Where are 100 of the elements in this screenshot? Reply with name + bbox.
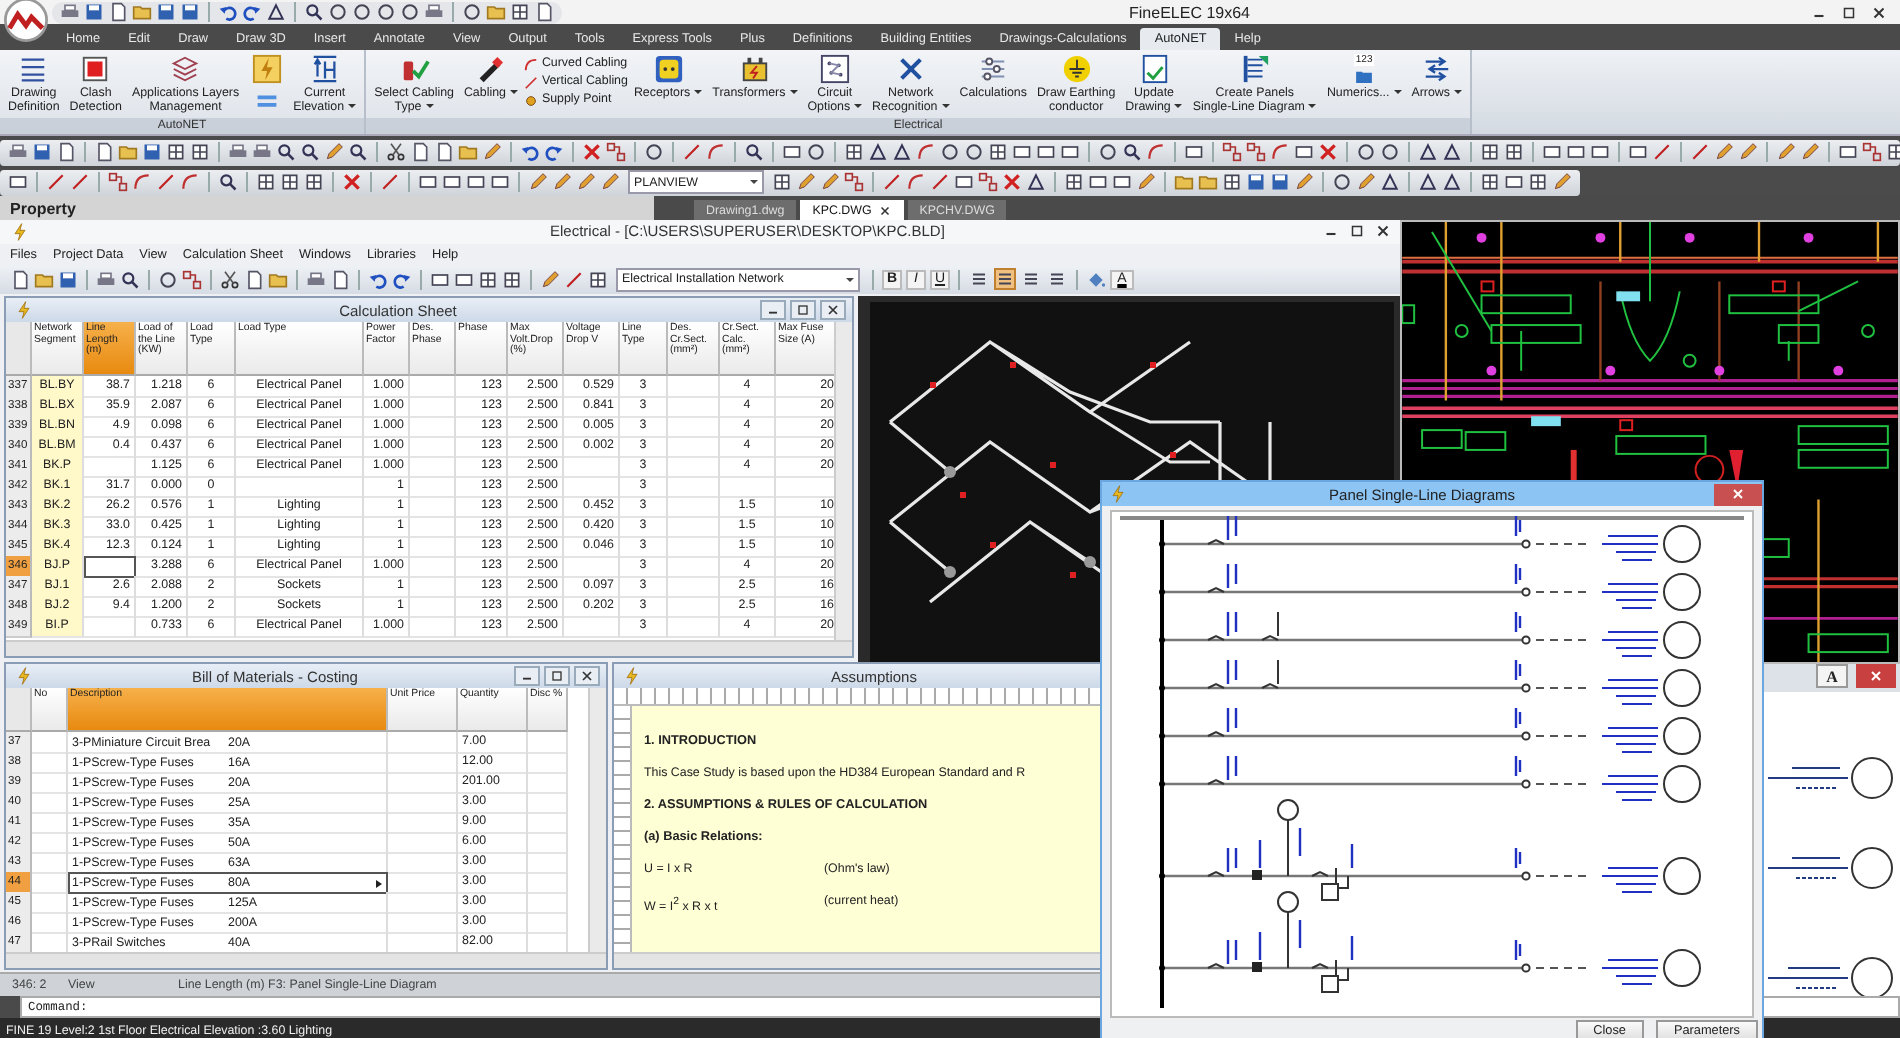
scrollbar[interactable]: [588, 688, 606, 953]
folder-icon[interactable]: [132, 2, 152, 22]
rect-icon[interactable]: [430, 269, 450, 290]
close-icon[interactable]: [877, 203, 892, 217]
grid-icon[interactable]: [304, 172, 324, 192]
magnifier-icon[interactable]: [120, 269, 140, 290]
magnifier-icon[interactable]: [304, 2, 324, 22]
circle-icon[interactable]: [1380, 142, 1400, 162]
triangle-icon[interactable]: [1026, 172, 1046, 192]
rect-icon[interactable]: [1294, 142, 1314, 162]
arc-icon[interactable]: [1146, 142, 1166, 162]
printer-icon[interactable]: [306, 269, 326, 290]
nodes-icon[interactable]: [182, 269, 202, 290]
cross-icon[interactable]: [1002, 172, 1022, 192]
grid-icon[interactable]: [166, 142, 186, 162]
document-icon[interactable]: [534, 2, 554, 22]
line-icon[interactable]: [1690, 142, 1710, 162]
printer-icon[interactable]: [8, 142, 28, 162]
arc-icon[interactable]: [706, 142, 726, 162]
rect-icon[interactable]: [782, 142, 802, 162]
save-icon[interactable]: [142, 142, 162, 162]
close-icon[interactable]: [820, 300, 846, 321]
cross-icon[interactable]: [342, 172, 362, 192]
line-icon[interactable]: [1652, 142, 1672, 162]
circle-icon[interactable]: [806, 142, 826, 162]
grid-icon[interactable]: [588, 269, 608, 290]
grid-icon[interactable]: [510, 2, 530, 22]
nodes-icon[interactable]: [606, 142, 626, 162]
pen-icon[interactable]: [324, 142, 344, 162]
lightning-icon[interactable]: [251, 54, 282, 84]
scrollbar[interactable]: [6, 952, 606, 969]
line-icon[interactable]: [70, 172, 90, 192]
line-icon[interactable]: [564, 269, 584, 290]
magnifier-icon[interactable]: [276, 142, 296, 162]
circle-icon[interactable]: [400, 2, 420, 22]
dropdown-arrow-icon[interactable]: [376, 879, 382, 888]
folder-icon[interactable]: [118, 142, 138, 162]
pen-icon[interactable]: [1294, 172, 1314, 192]
cross-icon[interactable]: [582, 142, 602, 162]
printer-icon[interactable]: [228, 142, 248, 162]
line-icon[interactable]: [380, 172, 400, 192]
circle-icon[interactable]: [352, 2, 372, 22]
printer-icon[interactable]: [96, 269, 116, 290]
circle-icon[interactable]: [1332, 172, 1352, 192]
scrollbar[interactable]: [614, 952, 1106, 969]
grid-icon[interactable]: [1528, 172, 1548, 192]
circle-icon[interactable]: [644, 142, 664, 162]
rect-icon[interactable]: [454, 269, 474, 290]
circle-icon[interactable]: [328, 2, 348, 22]
circle-icon[interactable]: [158, 269, 178, 290]
arc-icon[interactable]: [132, 172, 152, 192]
circle-icon[interactable]: [940, 142, 960, 162]
grid-icon[interactable]: [190, 142, 210, 162]
document-icon[interactable]: [330, 269, 350, 290]
redo-icon[interactable]: [392, 269, 412, 290]
close-button[interactable]: [1714, 483, 1762, 505]
grid-icon[interactable]: [1504, 142, 1524, 162]
align-button[interactable]: [994, 268, 1016, 291]
folder-icon[interactable]: [268, 269, 288, 290]
magnifier-icon[interactable]: [348, 142, 368, 162]
rect-icon[interactable]: [954, 172, 974, 192]
grid-icon[interactable]: [256, 172, 276, 192]
circle-icon[interactable]: [1356, 142, 1376, 162]
nodes-icon[interactable]: [1222, 142, 1242, 162]
save-icon[interactable]: [156, 2, 176, 22]
save-icon[interactable]: [32, 142, 52, 162]
undo-icon[interactable]: [520, 142, 540, 162]
cross-icon[interactable]: [1318, 142, 1338, 162]
magnifier-icon[interactable]: [218, 172, 238, 192]
grid-icon[interactable]: [772, 172, 792, 192]
pen-icon[interactable]: [482, 142, 502, 162]
pen-icon[interactable]: [540, 269, 560, 290]
line-icon[interactable]: [930, 172, 950, 192]
pen-icon[interactable]: [1136, 172, 1156, 192]
close-button[interactable]: [1856, 664, 1896, 688]
grid-icon[interactable]: [1064, 172, 1084, 192]
close-icon[interactable]: [1374, 222, 1392, 241]
magnifier-icon[interactable]: [300, 142, 320, 162]
document-icon[interactable]: [10, 269, 30, 290]
grid-icon[interactable]: [280, 172, 300, 192]
save-icon[interactable]: [84, 2, 104, 22]
circle-icon[interactable]: [376, 2, 396, 22]
rect-icon[interactable]: [1838, 142, 1858, 162]
printer-icon[interactable]: [252, 142, 272, 162]
nodes-icon[interactable]: [844, 172, 864, 192]
paint-bucket-icon[interactable]: [1086, 269, 1106, 290]
scissors-icon[interactable]: [220, 269, 240, 290]
arc-icon[interactable]: [180, 172, 200, 192]
circle-icon[interactable]: [1098, 142, 1118, 162]
circle-icon[interactable]: [964, 142, 984, 162]
maximize-icon[interactable]: [1840, 3, 1858, 21]
scissors-icon[interactable]: [386, 142, 406, 162]
circle-icon[interactable]: [462, 2, 482, 22]
rect-icon[interactable]: [1184, 142, 1204, 162]
document-icon[interactable]: [108, 2, 128, 22]
line-icon[interactable]: [46, 172, 66, 192]
grid-icon[interactable]: [1480, 142, 1500, 162]
folder-icon[interactable]: [458, 142, 478, 162]
line-icon[interactable]: [682, 142, 702, 162]
undo-icon[interactable]: [218, 2, 238, 22]
